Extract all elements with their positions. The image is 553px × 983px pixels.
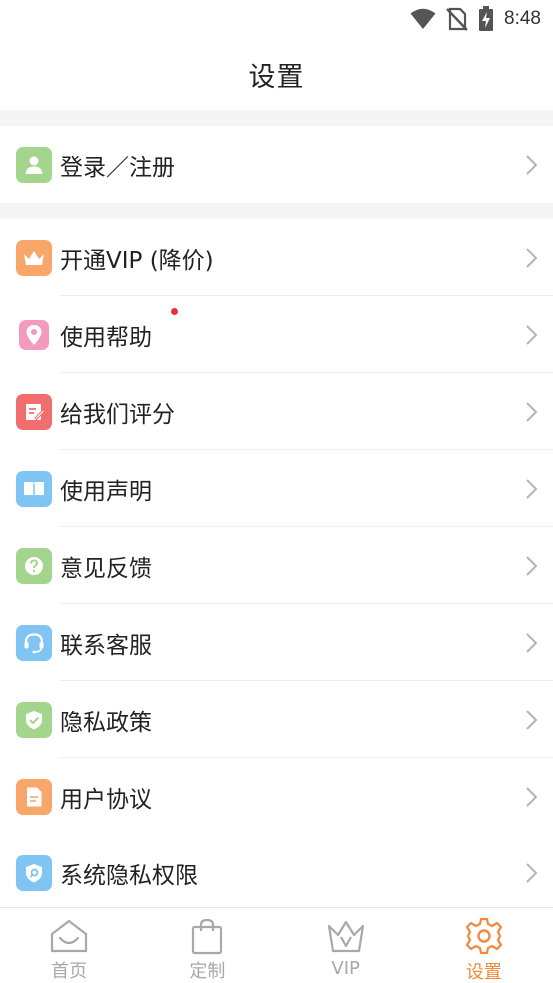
login-register-row[interactable]: 登录／注册 xyxy=(0,126,553,203)
tab-label: 首页 xyxy=(51,961,88,982)
tab-home[interactable]: 首页 xyxy=(0,908,138,983)
tab-label: 设置 xyxy=(465,962,502,983)
book-icon xyxy=(16,470,52,507)
status-time: 8:48 xyxy=(504,8,541,29)
menu-item-system-privacy[interactable]: 系统隐私权限 xyxy=(0,834,553,911)
status-bar: 8:48 xyxy=(0,0,553,38)
menu-item-label: 开通VIP (降价) xyxy=(60,247,214,274)
chevron-right-icon xyxy=(526,786,538,807)
bottom-tab-bar: 首页 定制 VIP 设置 xyxy=(0,907,553,983)
notification-dot xyxy=(171,308,178,315)
menu-item-customer-service[interactable]: 联系客服 xyxy=(0,604,553,681)
menu-item-label: 意见反馈 xyxy=(60,555,152,582)
no-sim-icon xyxy=(446,7,468,31)
vip-crown-icon xyxy=(326,916,366,956)
tab-label: VIP xyxy=(331,958,360,979)
header: 设置 xyxy=(0,38,553,110)
page-title: 设置 xyxy=(248,61,305,93)
menu-item-label: 使用声明 xyxy=(60,478,152,505)
crown-icon xyxy=(16,239,52,276)
section-gap xyxy=(0,203,553,219)
edit-note-icon xyxy=(16,393,52,430)
menu-item-statement[interactable]: 使用声明 xyxy=(0,450,553,527)
chevron-right-icon xyxy=(526,154,538,175)
location-pin-icon xyxy=(16,316,52,353)
menu-item-label: 给我们评分 xyxy=(60,401,175,428)
wifi-icon xyxy=(410,8,436,30)
menu-item-user-agreement[interactable]: 用户协议 xyxy=(0,758,553,835)
tab-vip[interactable]: VIP xyxy=(277,908,415,983)
question-icon xyxy=(16,547,52,584)
chevron-right-icon xyxy=(526,632,538,653)
shield-check-icon xyxy=(16,701,52,738)
menu-item-label: 联系客服 xyxy=(60,632,152,659)
chevron-right-icon xyxy=(526,247,538,268)
chevron-right-icon xyxy=(526,555,538,576)
battery-charging-icon xyxy=(478,6,494,32)
chevron-right-icon xyxy=(526,709,538,730)
gear-icon xyxy=(464,916,504,956)
menu-item-vip[interactable]: 开通VIP (降价) xyxy=(0,219,553,296)
menu-item-privacy-policy[interactable]: 隐私政策 xyxy=(0,681,553,758)
menu-item-label: 使用帮助 xyxy=(60,324,152,351)
headset-icon xyxy=(16,624,52,661)
tab-custom[interactable]: 定制 xyxy=(138,908,276,983)
menu-item-label: 系统隐私权限 xyxy=(60,862,198,889)
bag-icon xyxy=(187,916,227,955)
document-icon xyxy=(16,778,52,815)
menu-item-label: 隐私政策 xyxy=(60,709,152,736)
chevron-right-icon xyxy=(526,862,538,883)
chevron-right-icon xyxy=(526,401,538,422)
menu-item-feedback[interactable]: 意见反馈 xyxy=(0,527,553,604)
menu-item-help[interactable]: 使用帮助 xyxy=(0,296,553,373)
chevron-right-icon xyxy=(526,478,538,499)
tab-label: 定制 xyxy=(189,961,226,982)
shield-search-icon xyxy=(16,854,52,891)
settings-screen: 8:48 设置 登录／注册 开通VIP (降价) 使用帮助 给我们评分 使用声明… xyxy=(0,0,553,983)
tab-settings[interactable]: 设置 xyxy=(415,908,553,983)
user-icon xyxy=(16,146,52,183)
chevron-right-icon xyxy=(526,324,538,345)
section-gap xyxy=(0,110,553,126)
menu-item-rate[interactable]: 给我们评分 xyxy=(0,373,553,450)
menu-item-label: 用户协议 xyxy=(60,786,152,813)
home-icon xyxy=(49,916,89,955)
login-register-label: 登录／注册 xyxy=(60,154,175,181)
